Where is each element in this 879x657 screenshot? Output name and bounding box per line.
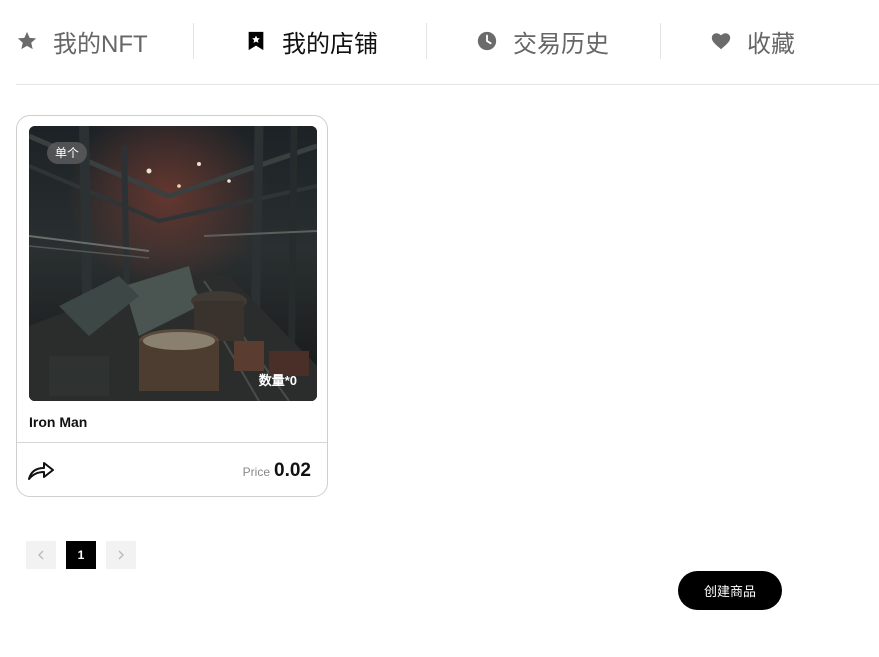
star-icon xyxy=(16,30,38,52)
factory-image xyxy=(29,126,317,401)
tab-divider xyxy=(193,23,194,59)
share-arrow-icon[interactable] xyxy=(27,458,55,482)
quantity-label: 数量*0 xyxy=(258,373,297,388)
tab-trade-history[interactable]: 交易历史 xyxy=(476,22,609,60)
tab-my-store[interactable]: 我的店铺 xyxy=(245,22,378,60)
tab-label: 收藏 xyxy=(747,30,795,58)
tab-divider xyxy=(426,23,427,59)
product-title[interactable]: Iron Man xyxy=(29,414,87,430)
price-block: Price 0.02 xyxy=(243,460,311,482)
prev-page-button[interactable] xyxy=(26,541,56,569)
tab-divider xyxy=(660,23,661,59)
price-label: Price xyxy=(242,465,271,479)
page-button-current[interactable]: 1 xyxy=(66,541,96,569)
bookmark-star-icon xyxy=(245,30,267,52)
tab-favorites[interactable]: 收藏 xyxy=(710,22,795,60)
tab-label: 交易历史 xyxy=(513,30,609,58)
single-badge: 单个 xyxy=(47,142,88,164)
tab-label: 我的店铺 xyxy=(282,30,378,58)
tab-bar: 我的NFT 我的店铺 交易历史 收藏 xyxy=(16,0,879,85)
clock-icon xyxy=(476,30,498,52)
chevron-right-icon xyxy=(117,548,125,563)
price-value: 0.02 xyxy=(274,460,311,481)
card-divider xyxy=(17,442,327,443)
tab-my-nft[interactable]: 我的NFT xyxy=(16,22,148,60)
product-image[interactable]: 单个 数量*0 xyxy=(29,126,317,401)
product-card[interactable]: 单个 数量*0 Iron Man Price 0.02 xyxy=(16,115,328,497)
create-product-button[interactable]: 创建商品 xyxy=(678,571,782,610)
next-page-button[interactable] xyxy=(106,541,136,569)
pagination: 1 xyxy=(26,541,146,569)
chevron-left-icon xyxy=(37,548,45,563)
heart-icon xyxy=(710,30,732,52)
tab-label: 我的NFT xyxy=(53,30,148,58)
